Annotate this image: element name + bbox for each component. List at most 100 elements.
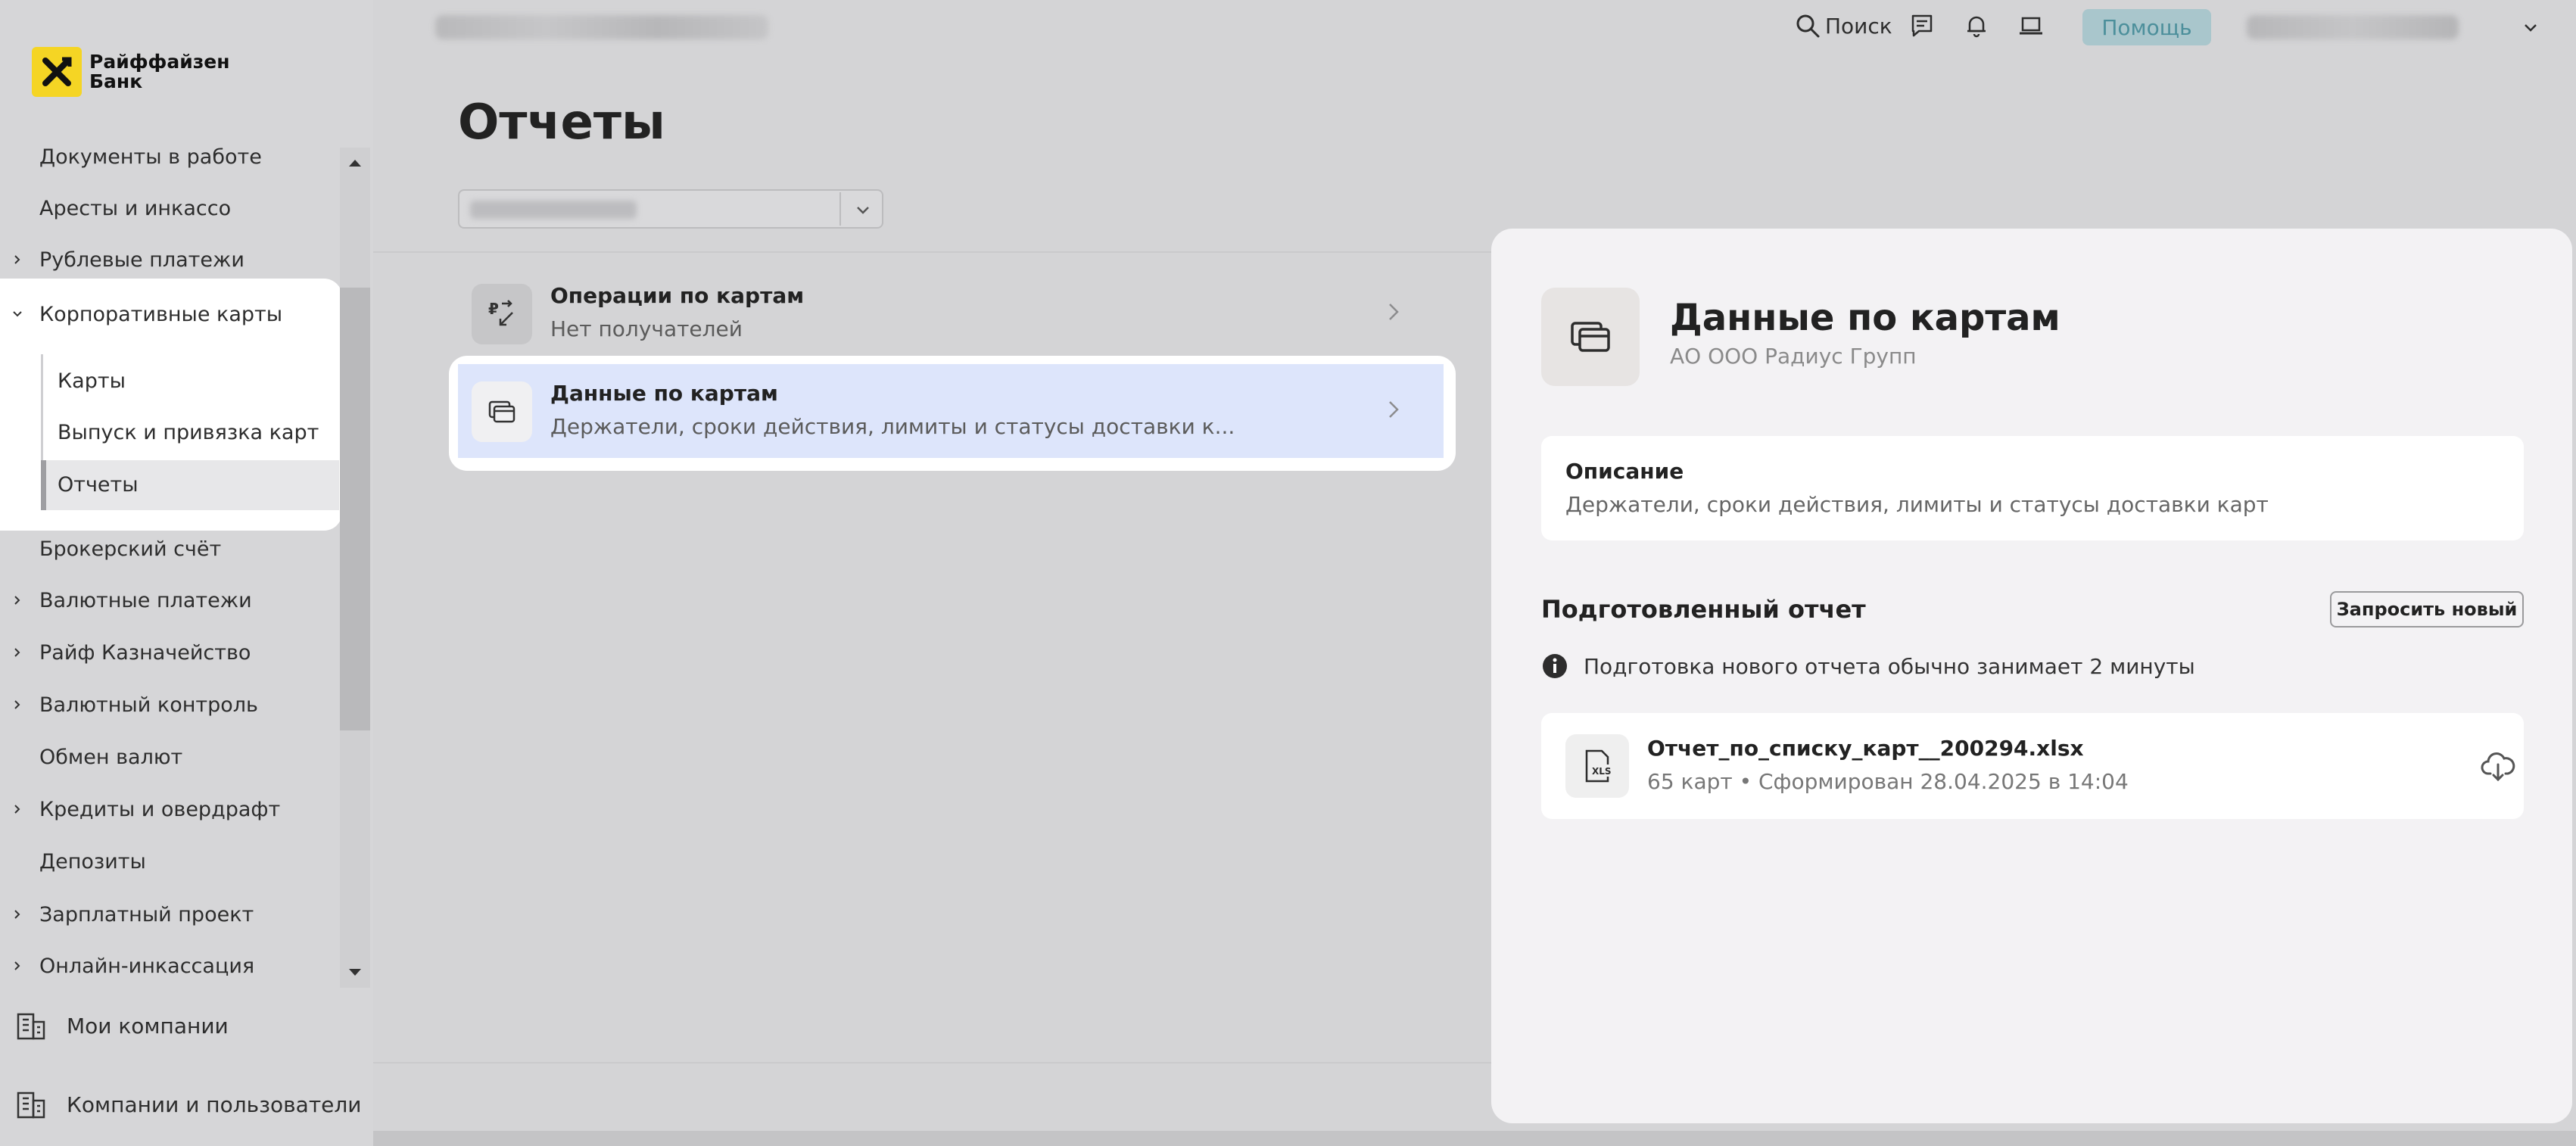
raiffeisen-logo-icon bbox=[32, 47, 82, 97]
search-label: Поиск bbox=[1825, 13, 1892, 39]
scroll-down-arrow-icon[interactable] bbox=[340, 958, 370, 988]
sidebar-item-currency-control[interactable]: Валютный контроль bbox=[0, 682, 341, 727]
info-icon bbox=[1543, 654, 1567, 678]
report-item-card-data[interactable]: Данные по картам Держатели, сроки действ… bbox=[458, 364, 1442, 458]
sidebar-item-credits[interactable]: Кредиты и овердрафт bbox=[0, 786, 341, 832]
panel-title: Данные по картам bbox=[1670, 297, 2060, 339]
chevron-right-icon bbox=[10, 697, 25, 712]
sidebar-scrollbar-thumb[interactable] bbox=[340, 288, 370, 730]
sidebar-subitem-issue-cards[interactable]: Выпуск и привязка карт bbox=[0, 410, 341, 455]
sidebar-item-label: Валютный контроль bbox=[39, 693, 258, 717]
chevron-down-icon[interactable] bbox=[2521, 18, 2540, 36]
sidebar-item-label: Валютные платежи bbox=[39, 588, 252, 612]
description-text: Держатели, сроки действия, лимиты и стат… bbox=[1565, 492, 2269, 517]
sidebar-item-label: Документы в работе bbox=[39, 145, 262, 169]
top-bar: Поиск Помощь bbox=[373, 0, 2576, 54]
chat-icon[interactable] bbox=[1908, 12, 1936, 39]
divider bbox=[373, 251, 1494, 253]
report-item-title: Операции по картам bbox=[550, 283, 805, 308]
company-select-value-blurred bbox=[470, 201, 637, 219]
sidebar-item-arrests[interactable]: Аресты и инкассо bbox=[0, 185, 341, 231]
report-item-description: Держатели, сроки действия, лимиты и стат… bbox=[550, 414, 1235, 439]
sidebar-item-treasury[interactable]: Райф Казначейство bbox=[0, 630, 341, 675]
sidebar-item-salary-project[interactable]: Зарплатный проект bbox=[0, 892, 341, 937]
info-text: Подготовка нового отчета обычно занимает… bbox=[1584, 653, 2195, 679]
search-button[interactable]: Поиск bbox=[1795, 9, 1892, 42]
chevron-down-icon bbox=[857, 207, 869, 214]
xls-file-icon: XLS bbox=[1565, 734, 1629, 798]
transfer-icon: ₽ bbox=[472, 284, 532, 344]
chevron-right-icon bbox=[10, 802, 25, 817]
chevron-right-icon bbox=[10, 593, 25, 608]
sidebar-subitem-reports[interactable]: Отчеты bbox=[0, 462, 341, 507]
companies-users-label: Компании и пользователи bbox=[67, 1092, 362, 1117]
my-companies-link[interactable]: Мои компании bbox=[0, 999, 373, 1052]
sidebar-item-currency-exchange[interactable]: Обмен валют bbox=[0, 734, 341, 780]
laptop-icon[interactable] bbox=[2017, 12, 2045, 39]
description-card: Описание Держатели, сроки действия, лими… bbox=[1541, 436, 2524, 540]
sidebar-item-label: Корпоративные карты bbox=[39, 302, 283, 326]
sidebar-item-label: Обмен валют bbox=[39, 745, 183, 769]
scroll-up-arrow-icon[interactable] bbox=[340, 148, 370, 178]
svg-text:₽: ₽ bbox=[488, 300, 499, 318]
building-icon bbox=[17, 1013, 45, 1040]
chevron-right-icon bbox=[10, 958, 25, 973]
sidebar-item-label: Райф Казначейство bbox=[39, 640, 251, 665]
sidebar-item-deposits[interactable]: Депозиты bbox=[0, 839, 341, 884]
sidebar-item-label: Зарплатный проект bbox=[39, 902, 254, 926]
sidebar-item-corporate-cards[interactable]: Корпоративные карты bbox=[0, 291, 341, 337]
logo-text-line1: Райффайзен bbox=[89, 51, 230, 73]
report-details-panel: Данные по картам АО ООО Радиус Групп Опи… bbox=[1491, 229, 2572, 1123]
description-heading: Описание bbox=[1565, 459, 1684, 484]
report-item-description: Нет получателей bbox=[550, 316, 743, 341]
chevron-right-icon bbox=[1389, 401, 1399, 418]
sidebar-item-label: Аресты и инкассо bbox=[39, 196, 232, 220]
chevron-right-icon bbox=[10, 645, 25, 660]
sidebar-item-label: Онлайн-инкассация bbox=[39, 954, 255, 978]
page-title: Отчеты bbox=[458, 95, 665, 151]
chevron-down-icon bbox=[10, 307, 25, 322]
bell-icon[interactable] bbox=[1963, 12, 1990, 39]
info-message: Подготовка нового отчета обычно занимает… bbox=[1541, 652, 2195, 680]
sidebar-item-label: Карты bbox=[58, 369, 126, 393]
help-button[interactable]: Помощь bbox=[2082, 9, 2211, 45]
bank-logo[interactable]: Райффайзен Банк bbox=[32, 47, 229, 97]
report-file-card[interactable]: XLS Отчет_по_списку_карт__200294.xlsx 65… bbox=[1541, 713, 2524, 819]
sidebar-subitem-cards[interactable]: Карты bbox=[0, 358, 341, 403]
cloud-download-icon[interactable] bbox=[2480, 748, 2516, 784]
chevron-right-icon bbox=[10, 252, 25, 267]
companies-users-link[interactable]: Компании и пользователи bbox=[0, 1078, 373, 1131]
sidebar-item-online-collection[interactable]: Онлайн-инкассация bbox=[0, 943, 341, 989]
sidebar-item-fx-payments[interactable]: Валютные платежи bbox=[0, 578, 341, 623]
building-icon bbox=[17, 1092, 45, 1119]
file-name: Отчет_по_списку_карт__200294.xlsx bbox=[1647, 736, 2084, 761]
chevron-right-icon bbox=[10, 907, 25, 922]
sidebar-item-label: Кредиты и овердрафт bbox=[39, 797, 281, 821]
sidebar-item-ruble-payments[interactable]: Рублевые платежи bbox=[0, 237, 341, 282]
cards-icon bbox=[1541, 288, 1640, 386]
company-select[interactable] bbox=[458, 189, 883, 229]
svg-text:XLS: XLS bbox=[1592, 766, 1612, 777]
user-menu-blurred[interactable] bbox=[2247, 15, 2459, 39]
chevron-right-icon bbox=[1389, 304, 1399, 320]
sidebar-item-label: Отчеты bbox=[58, 472, 139, 497]
prepared-report-heading: Подготовленный отчет bbox=[1541, 595, 1866, 624]
sidebar-item-brokerage[interactable]: Брокерский счёт bbox=[0, 526, 341, 571]
sidebar-item-label: Брокерский счёт bbox=[39, 537, 222, 561]
company-switcher-blurred[interactable] bbox=[435, 15, 768, 39]
horizontal-scrollbar[interactable] bbox=[373, 1131, 2576, 1146]
report-item-card-operations[interactable]: ₽ Операции по картам Нет получателей bbox=[458, 266, 1442, 360]
sidebar-item-label: Рублевые платежи bbox=[39, 248, 245, 272]
my-companies-label: Мои компании bbox=[67, 1013, 229, 1039]
search-icon bbox=[1796, 14, 1820, 38]
file-meta: 65 карт • Сформирован 28.04.2025 в 14:04 bbox=[1647, 769, 2129, 794]
logo-text-line2: Банк bbox=[89, 70, 143, 92]
sidebar-item-documents[interactable]: Документы в работе bbox=[0, 134, 341, 179]
request-new-report-button[interactable]: Запросить новый bbox=[2330, 591, 2524, 627]
sidebar-item-label: Депозиты bbox=[39, 849, 146, 874]
report-item-title: Данные по картам bbox=[550, 381, 778, 406]
sidebar: Райффайзен Банк Документы в работе Арест… bbox=[0, 0, 373, 1146]
sidebar-item-label: Выпуск и привязка карт bbox=[58, 420, 319, 444]
cards-icon bbox=[472, 381, 532, 442]
divider bbox=[373, 1062, 1494, 1063]
